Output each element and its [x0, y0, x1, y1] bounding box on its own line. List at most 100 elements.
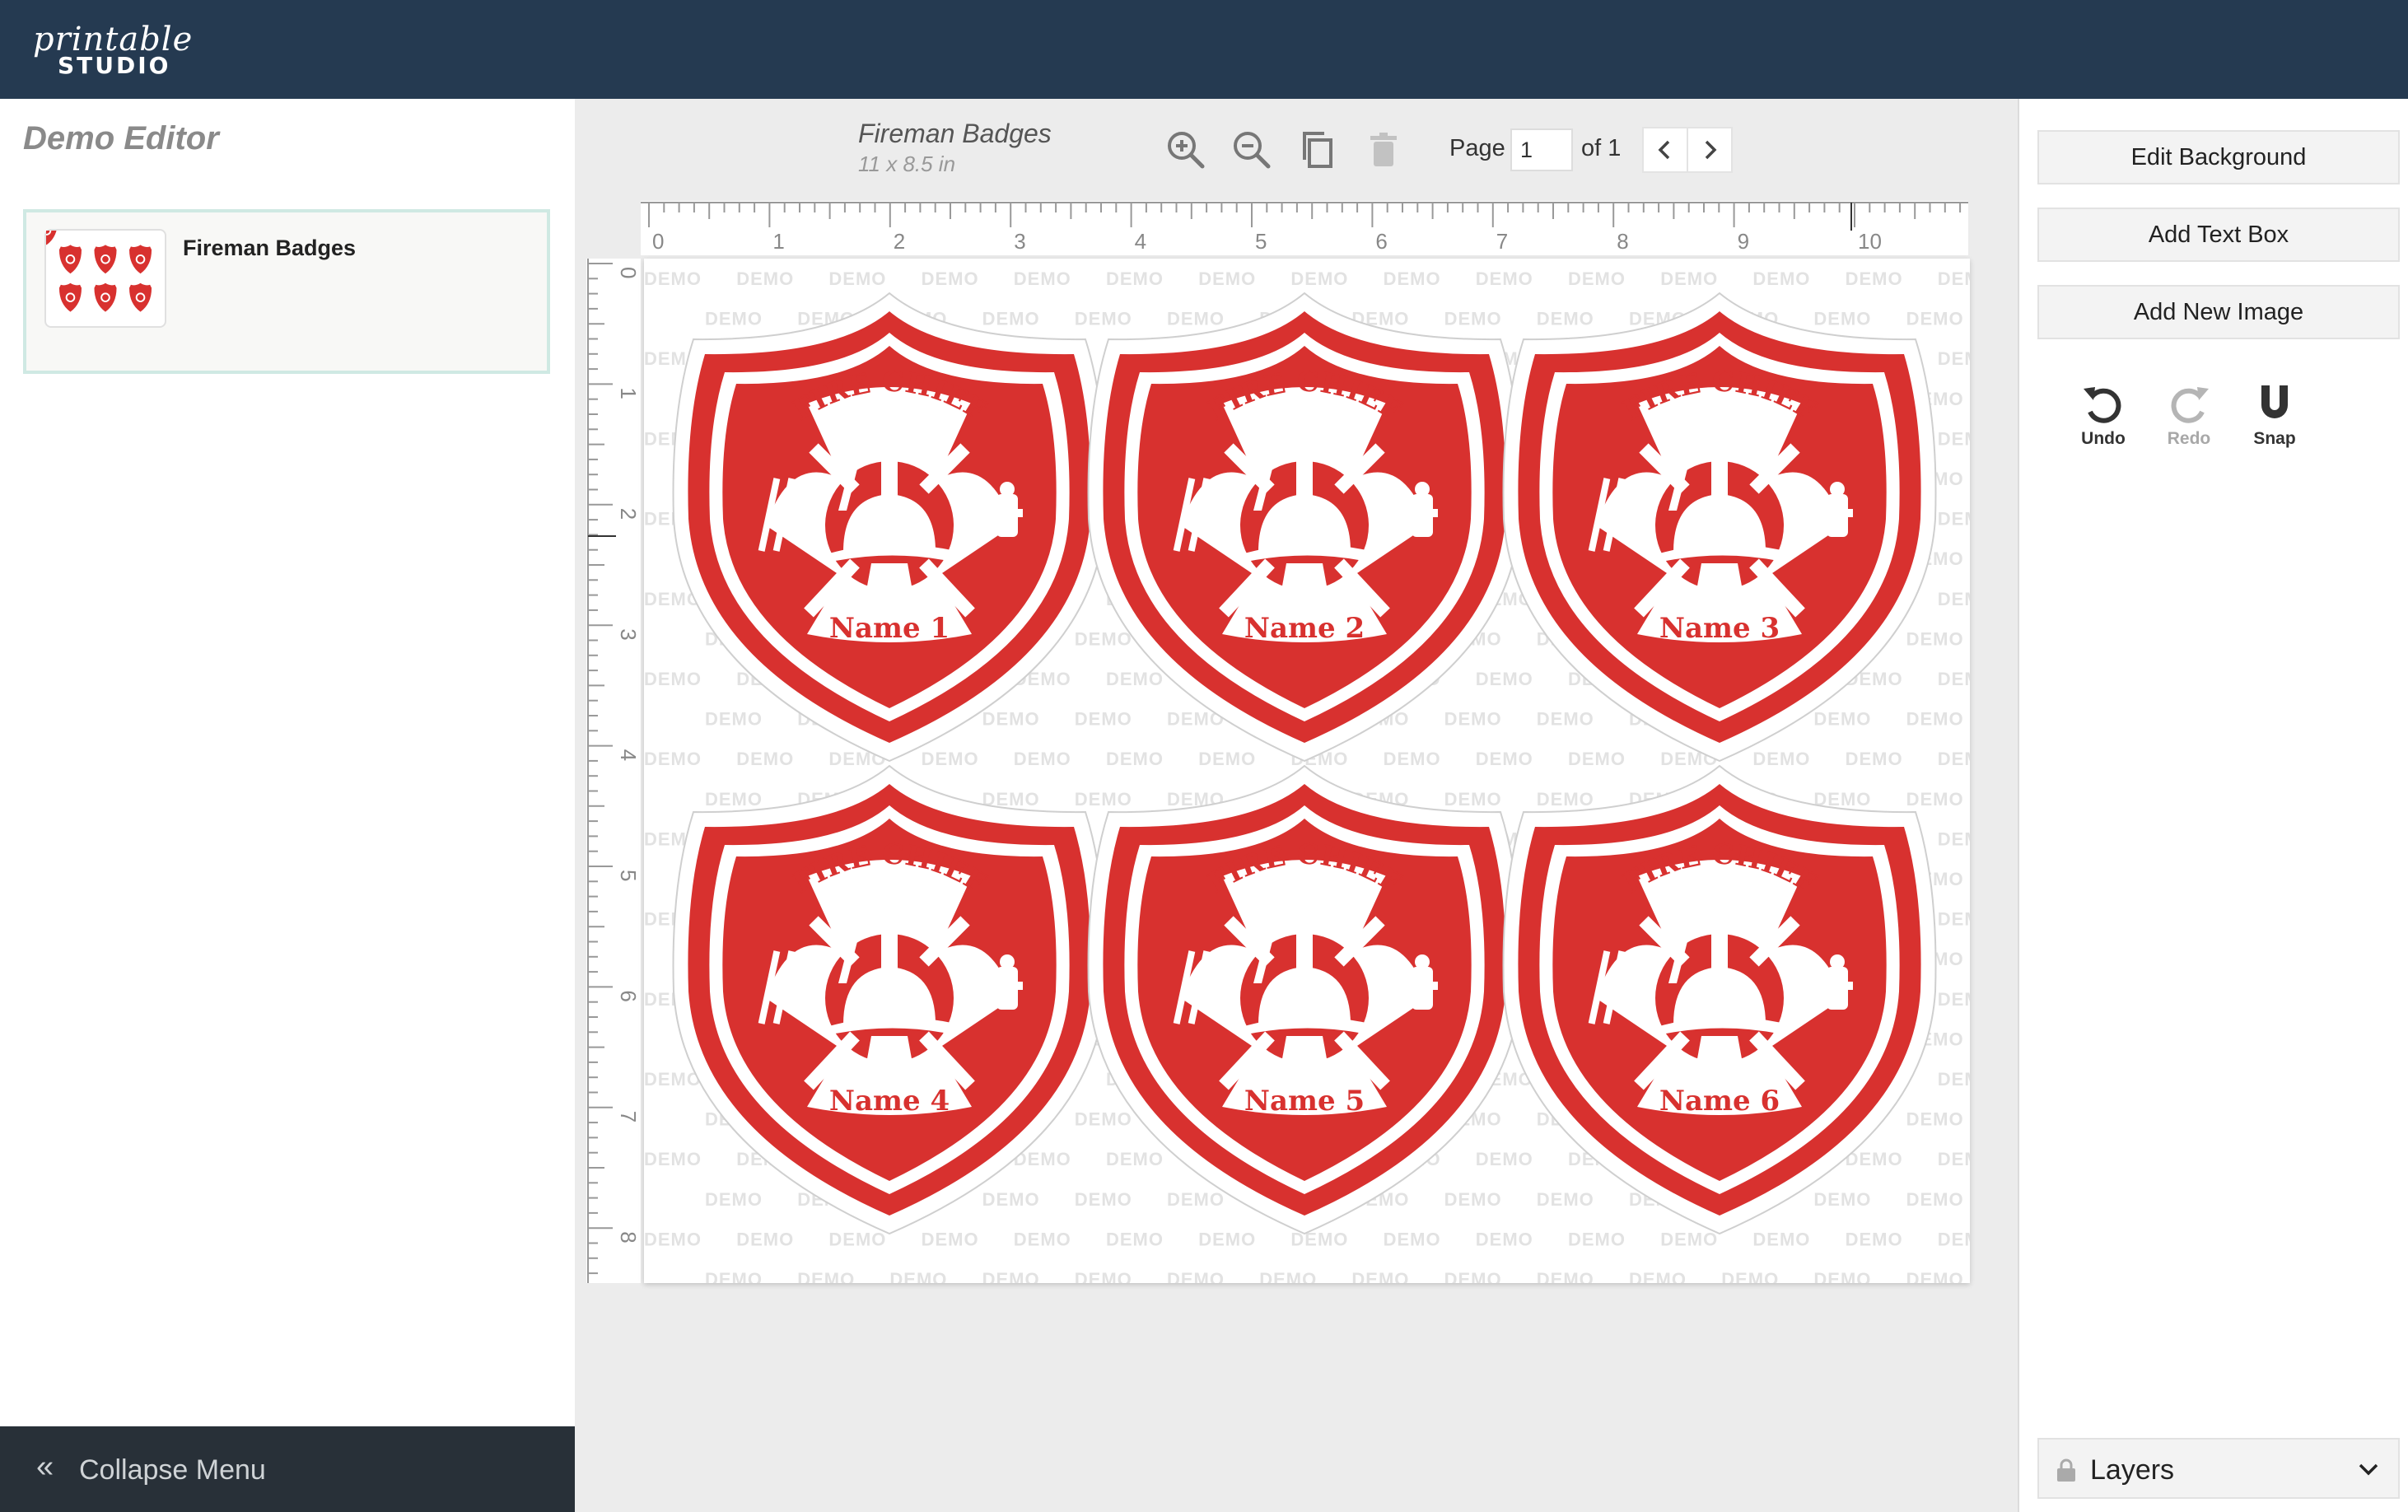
- demo-watermark: DEMO: [1106, 1149, 1164, 1169]
- demo-watermark: DEMO: [1629, 1269, 1687, 1283]
- badge-name: Name 5: [1244, 1085, 1365, 1118]
- demo-watermark: DEMO: [644, 749, 702, 769]
- collapse-menu-button[interactable]: « Collapse Menu: [0, 1426, 575, 1512]
- redo-button[interactable]: Redo: [2156, 379, 2222, 449]
- project-thumbnail: [35, 216, 166, 328]
- layers-label: Layers: [2090, 1454, 2175, 1486]
- duplicate-button[interactable]: [1295, 127, 1341, 173]
- page-label: Page: [1449, 135, 1505, 161]
- demo-watermark: DEMO: [922, 268, 979, 289]
- demo-watermark: DEMO: [1938, 509, 1970, 530]
- demo-watermark: DEMO: [705, 709, 763, 730]
- demo-watermark: DEMO: [1660, 268, 1718, 289]
- vertical-ruler: 0 1 2 3 4 5 6 7 8: [586, 259, 641, 1283]
- ruler-label-h: 5: [1255, 229, 1267, 254]
- demo-watermark: DEMO: [1906, 309, 1964, 329]
- add-text-box-button[interactable]: Add Text Box: [2037, 208, 2400, 262]
- demo-watermark: DEMO: [1106, 749, 1164, 769]
- delete-button[interactable]: [1360, 127, 1407, 173]
- ruler-label-h: 1: [772, 229, 784, 254]
- demo-watermark: DEMO: [1938, 268, 1970, 289]
- undo-button[interactable]: Undo: [2070, 379, 2136, 449]
- collapse-menu-label: Collapse Menu: [79, 1454, 266, 1486]
- demo-watermark: DEMO: [1198, 749, 1256, 769]
- chevron-down-icon: [2359, 1463, 2378, 1476]
- ruler-label-v: 4: [616, 749, 641, 761]
- next-page-button[interactable]: [1687, 127, 1733, 173]
- app-logo[interactable]: printable STUDIO: [33, 23, 193, 77]
- zoom-in-button[interactable]: [1163, 127, 1209, 173]
- demo-watermark: DEMO: [1167, 1189, 1225, 1210]
- page-count: of 1: [1581, 135, 1622, 161]
- demo-watermark: DEMO: [1167, 309, 1225, 329]
- snap-label: Snap: [2253, 429, 2296, 448]
- demo-watermark: DEMO: [1906, 1269, 1964, 1283]
- demo-watermark: DEMO: [1537, 309, 1594, 329]
- fire-chief-badge[interactable]: FIRE CHIEFName 1: [674, 293, 1106, 761]
- demo-watermark: DEMO: [982, 1269, 1040, 1283]
- demo-watermark: DEMO: [1384, 268, 1441, 289]
- ruler-label-h: 0: [652, 229, 664, 254]
- fire-chief-badge[interactable]: FIRE CHIEFName 2: [1089, 293, 1521, 761]
- demo-watermark: DEMO: [1752, 749, 1810, 769]
- demo-watermark: DEMO: [705, 1269, 763, 1283]
- ruler-label-v: 7: [616, 1111, 641, 1122]
- page-number-input[interactable]: [1510, 128, 1573, 171]
- badge-name: Name 3: [1659, 612, 1780, 645]
- demo-watermark: DEMO: [644, 1229, 702, 1249]
- ruler-label-h: 9: [1738, 229, 1749, 254]
- demo-watermark: DEMO: [1938, 1069, 1970, 1090]
- fire-chief-badge[interactable]: FIRE CHIEFName 3: [1504, 293, 1936, 761]
- demo-watermark: DEMO: [736, 268, 794, 289]
- demo-watermark: DEMO: [1075, 309, 1132, 329]
- demo-watermark: DEMO: [1444, 709, 1502, 730]
- snap-toggle[interactable]: Snap: [2242, 379, 2308, 449]
- demo-watermark: DEMO: [644, 669, 702, 689]
- demo-watermark: DEMO: [1660, 1229, 1718, 1249]
- top-bar: printable STUDIO: [0, 0, 2408, 99]
- demo-watermark: DEMO: [1938, 669, 1970, 689]
- demo-watermark: DEMO: [736, 1229, 794, 1249]
- magnet-icon: [2261, 385, 2288, 418]
- panel-title: Demo Editor: [23, 120, 219, 156]
- badge-name: Name 1: [829, 612, 950, 645]
- edit-background-button[interactable]: Edit Background: [2037, 130, 2400, 184]
- project-card[interactable]: Fireman Badges: [23, 209, 550, 374]
- demo-watermark: DEMO: [1106, 1229, 1164, 1249]
- demo-watermark: DEMO: [1198, 268, 1256, 289]
- demo-watermark: DEMO: [1476, 268, 1533, 289]
- ruler-label-v: 3: [616, 628, 641, 640]
- demo-watermark: DEMO: [1537, 1269, 1594, 1283]
- demo-watermark: DEMO: [1846, 1229, 1903, 1249]
- demo-watermark: DEMO: [1752, 1229, 1810, 1249]
- layers-dropdown[interactable]: Layers: [2037, 1438, 2400, 1499]
- demo-watermark: DEMO: [1075, 628, 1132, 649]
- undo-label: Undo: [2081, 429, 2126, 448]
- demo-watermark: DEMO: [1014, 749, 1071, 769]
- demo-watermark: DEMO: [1384, 749, 1441, 769]
- demo-watermark: DEMO: [1075, 1109, 1132, 1130]
- design-canvas[interactable]: DEMO DEMO DEMO DEMO DEMO DEMO DEMO DEMO DEMO DEMO…: [644, 259, 1970, 1283]
- demo-watermark: DEMO: [1444, 789, 1502, 810]
- demo-watermark: DEMO: [797, 1269, 855, 1283]
- zoom-out-button[interactable]: [1229, 127, 1275, 173]
- badge-name: Name 6: [1659, 1085, 1780, 1118]
- demo-watermark: DEMO: [705, 1189, 763, 1210]
- demo-watermark: DEMO: [1444, 309, 1502, 329]
- ruler-label-h: 10: [1858, 229, 1882, 254]
- ruler-label-h: 8: [1617, 229, 1628, 254]
- ruler-label-v: 2: [616, 508, 641, 520]
- demo-watermark: DEMO: [1537, 709, 1594, 730]
- chevron-right-icon: [1705, 140, 1717, 160]
- demo-watermark: DEMO: [1075, 1269, 1132, 1283]
- add-new-image-button[interactable]: Add New Image: [2037, 285, 2400, 339]
- zoom-out-icon: [1234, 132, 1271, 169]
- previous-page-button[interactable]: [1642, 127, 1688, 173]
- demo-watermark: DEMO: [1568, 1229, 1626, 1249]
- demo-watermark: DEMO: [1290, 268, 1348, 289]
- demo-watermark: DEMO: [1721, 1269, 1779, 1283]
- demo-watermark: DEMO: [1813, 309, 1871, 329]
- demo-watermark: DEMO: [1846, 749, 1903, 769]
- demo-watermark: DEMO: [1351, 1269, 1409, 1283]
- ruler-label-v: 0: [616, 267, 641, 278]
